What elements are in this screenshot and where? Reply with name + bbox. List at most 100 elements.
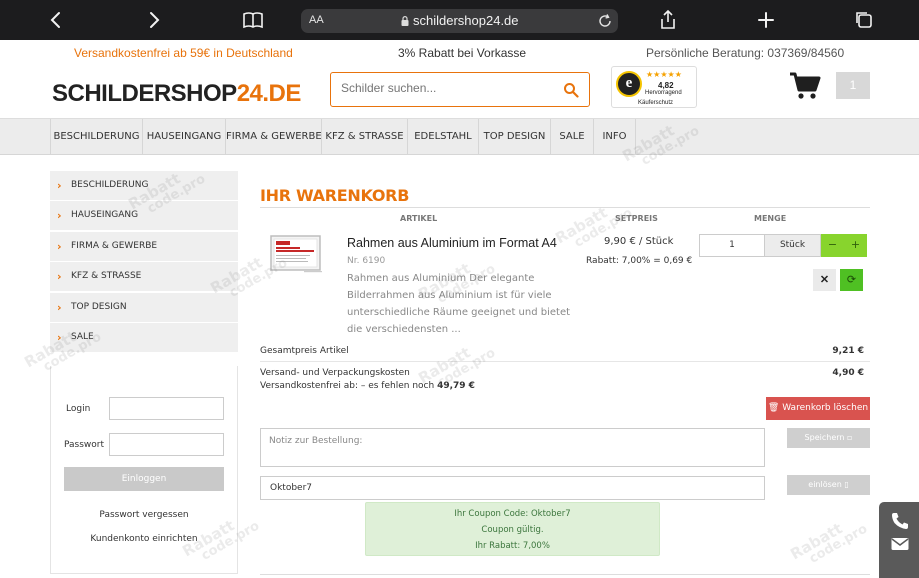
free-shipping-text: Versandkostenfrei ab: – es fehlen noch [260, 381, 435, 391]
logo-text-accent: 24.DE [236, 80, 302, 107]
sidebar-item-sale[interactable]: › Sale [50, 323, 238, 352]
password-input[interactable] [109, 433, 224, 456]
main-nav: Beschilderung Hauseingang Firma & Gewerb… [0, 118, 919, 155]
sidebar-item-beschilderung[interactable]: › Beschilderung [50, 171, 238, 200]
nav-item-info[interactable]: Info [593, 119, 636, 155]
watermark-text: Rabatt [552, 203, 611, 248]
chevron-right-icon: › [57, 240, 62, 253]
product-image[interactable] [270, 235, 325, 275]
sidebar-item-label: KFZ & Strasse [71, 271, 142, 281]
redeem-coupon-button[interactable]: einlösen ▯ [787, 475, 870, 495]
forgot-password-link[interactable]: Passwort vergessen [51, 510, 237, 520]
unit-price: 9,90 € / Stück [604, 236, 674, 247]
contact-widget[interactable] [879, 502, 919, 578]
refresh-icon[interactable]: ⟳ [840, 269, 863, 291]
reload-icon[interactable] [597, 13, 613, 29]
sidebar-item-top-design[interactable]: › Top Design [50, 293, 238, 322]
search-input[interactable] [341, 81, 551, 95]
save-icon: ▫ [847, 433, 853, 442]
save-note-button[interactable]: Speichern ▫ [787, 428, 870, 448]
search-icon[interactable] [563, 82, 579, 98]
buyer-protection-text: Käuferschutz [638, 100, 674, 106]
sidebar-item-kfz-strasse[interactable]: › KFZ & Strasse [50, 262, 238, 291]
create-account-link[interactable]: Kundenkonto einrichten [51, 534, 237, 544]
quantity-decrease-button[interactable]: − [821, 234, 844, 257]
sidebar-item-label: Top Design [71, 302, 127, 312]
quantity-unit: Stück [765, 234, 821, 257]
free-shipping-remaining: Versandkostenfrei ab: – es fehlen noch 4… [260, 381, 475, 391]
total-value: 9,21 € [832, 346, 864, 356]
discount-notice: 3% Rabatt bei Vorkasse [398, 46, 527, 60]
watermark-text: code.pro [806, 521, 871, 567]
sidebar-item-label: Beschilderung [71, 180, 149, 190]
nav-item-firma-gewerbe[interactable]: Firma & Gewerbe [225, 119, 322, 155]
sidebar-item-label: Firma & Gewerbe [71, 241, 158, 251]
shipping-value: 4,90 € [832, 368, 864, 378]
back-icon[interactable] [44, 8, 68, 32]
ticket-icon: ▯ [844, 480, 849, 489]
trash-icon: 🗑︎ [767, 403, 780, 413]
product-name[interactable]: Rahmen aus Aluminium im Format A4 [347, 236, 557, 250]
watermark-text: Rabatt [787, 519, 846, 564]
chevron-right-icon: › [57, 179, 62, 192]
nav-item-sale[interactable]: Sale [550, 119, 593, 155]
sidebar-item-hauseingang[interactable]: › Hauseingang [50, 201, 238, 230]
divider [260, 574, 870, 575]
save-label: Speichern [804, 433, 845, 442]
chevron-right-icon: › [57, 301, 62, 314]
rating-text: Hervorragend [645, 90, 682, 96]
reader-settings-button[interactable]: AA [309, 14, 324, 26]
chevron-right-icon: › [57, 209, 62, 222]
watermark: Rabattcode.pro [552, 194, 635, 257]
cart-count-badge[interactable]: 1 [836, 72, 870, 99]
sidebar-item-label: Sale [71, 332, 94, 342]
phone-icon[interactable] [890, 511, 910, 531]
sidebar-item-firma-gewerbe[interactable]: › Firma & Gewerbe [50, 232, 238, 261]
column-header-price: SETPREIS [615, 214, 658, 223]
lock-icon [401, 16, 409, 26]
nav-item-edelstahl[interactable]: Edelstahl [407, 119, 478, 155]
share-icon[interactable] [656, 8, 680, 32]
nav-item-hauseingang[interactable]: Hauseingang [142, 119, 225, 155]
coupon-code-text: Ihr Coupon Code: Oktober7 [454, 509, 571, 519]
shipping-label: Versand- und Verpackungskosten [260, 368, 410, 378]
forward-icon[interactable] [142, 8, 166, 32]
rating-stars: ★★★★★ [646, 70, 682, 79]
browser-toolbar: AA schildershop24.de [0, 0, 919, 40]
quantity-input[interactable]: 1 [699, 234, 765, 257]
info-bar: Versandkostenfrei ab 59€ in Deutschland … [0, 40, 919, 66]
trusted-shops-logo: e [616, 71, 642, 97]
remove-item-button[interactable]: ✕ [813, 269, 836, 291]
quantity-increase-button[interactable]: + [844, 234, 867, 257]
bookmarks-icon[interactable] [241, 8, 265, 32]
login-input[interactable] [109, 397, 224, 420]
phone-contact[interactable]: Persönliche Beratung: 037369/84560 [646, 46, 844, 60]
search-box[interactable] [330, 72, 590, 107]
coupon-success-message: Ihr Coupon Code: Oktober7 Coupon gültig.… [365, 502, 660, 556]
login-label: Login [66, 404, 91, 414]
sidebar-item-label: Hauseingang [71, 210, 139, 220]
free-shipping-missing-amount: 49,79 € [437, 381, 475, 391]
nav-item-beschilderung[interactable]: Beschilderung [50, 119, 142, 155]
free-shipping-notice: Versandkostenfrei ab 59€ in Deutschland [74, 46, 293, 60]
nav-item-kfz-strasse[interactable]: KFZ & Strasse [321, 119, 407, 155]
login-button[interactable]: Einloggen [64, 467, 224, 491]
product-number: Nr. 6190 [347, 256, 386, 266]
redeem-label: einlösen [808, 480, 842, 489]
password-label: Passwort [64, 440, 105, 450]
mail-icon[interactable] [890, 534, 910, 554]
site-logo[interactable]: SCHILDERSHOP24.DE [52, 72, 301, 112]
nav-item-top-design[interactable]: Top Design [478, 119, 550, 155]
clear-cart-button[interactable]: 🗑︎ Warenkorb löschen [766, 397, 870, 420]
coupon-input[interactable]: Oktober7 [260, 476, 765, 500]
login-panel: Login Passwort Einloggen Passwort verges… [50, 366, 238, 574]
new-tab-icon[interactable] [754, 8, 778, 32]
cart-icon[interactable] [789, 71, 821, 101]
trusted-shops-badge[interactable]: e ★★★★★ 4,82 Hervorragend Käuferschutz [611, 66, 697, 108]
url-text: schildershop24.de [413, 13, 519, 28]
rating-score: 4,82 [658, 81, 674, 90]
address-bar[interactable]: AA schildershop24.de [301, 9, 618, 33]
order-note-input[interactable]: Notiz zur Bestellung: [260, 428, 765, 467]
tabs-icon[interactable] [852, 8, 876, 32]
item-discount: Rabatt: 7,00% = 0,69 € [586, 256, 693, 266]
